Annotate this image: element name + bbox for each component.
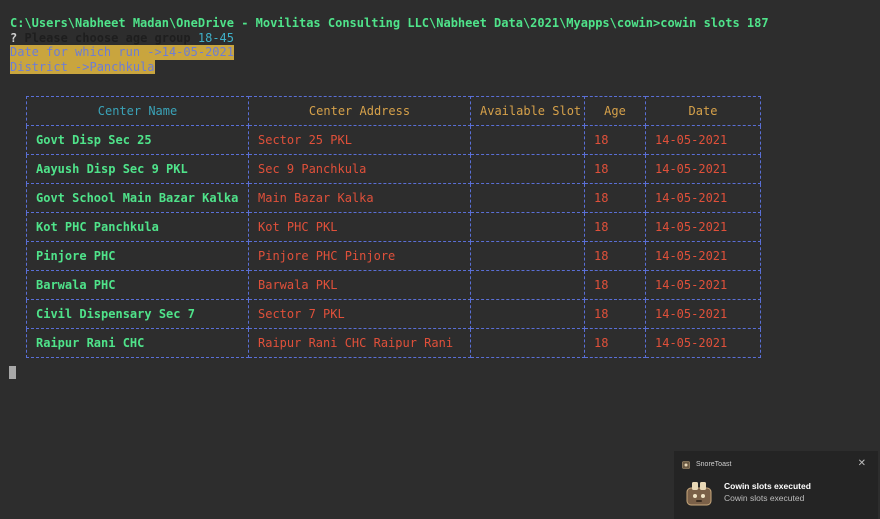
date-line: Date for which run ->14-05-2021 <box>10 45 234 60</box>
header-center-name: Center Name <box>26 96 249 126</box>
question-answer: 18-45 <box>197 30 234 45</box>
toaster-icon <box>686 482 712 506</box>
date-cell: 14-05-2021 <box>645 241 761 271</box>
header-available-slot: Available Slot <box>470 96 585 126</box>
center-name-cell: Civil Dispensary Sec 7 <box>26 299 249 329</box>
date-cell: 14-05-2021 <box>645 328 761 358</box>
available-slot-cell <box>470 328 585 358</box>
center-name-cell: Pinjore PHC <box>26 241 249 271</box>
table-row: Govt School Main Bazar Kalka Main Bazar … <box>26 183 761 213</box>
table-row: Pinjore PHC Pinjore PHC Pinjore 18 14-05… <box>26 241 761 271</box>
available-slot-cell <box>470 270 585 300</box>
table-row: Civil Dispensary Sec 7 Sector 7 PKL 18 1… <box>26 299 761 329</box>
available-slot-cell <box>470 299 585 329</box>
toast-notification[interactable]: SnoreToast ✕ Cowin slots executed Cowin … <box>674 451 878 519</box>
table-row: Raipur Rani CHC Raipur Rani CHC Raipur R… <box>26 328 761 358</box>
header-date: Date <box>645 96 761 126</box>
center-name-cell: Aayush Disp Sec 9 PKL <box>26 154 249 184</box>
center-address-cell: Pinjore PHC Pinjore <box>248 241 471 271</box>
header-center-address: Center Address <box>248 96 471 126</box>
terminal-cursor <box>9 366 16 379</box>
center-address-cell: Sec 9 Panchkula <box>248 154 471 184</box>
close-icon[interactable]: ✕ <box>858 458 866 469</box>
date-cell: 14-05-2021 <box>645 299 761 329</box>
table-row: Aayush Disp Sec 9 PKL Sec 9 Panchkula 18… <box>26 154 761 184</box>
header-age: Age <box>584 96 646 126</box>
age-cell: 18 <box>584 328 646 358</box>
center-name-cell: Govt School Main Bazar Kalka <box>26 183 249 213</box>
district-line: District ->Panchkula <box>10 59 155 74</box>
center-address-cell: Sector 25 PKL <box>248 125 471 155</box>
available-slot-cell <box>470 183 585 213</box>
date-cell: 14-05-2021 <box>645 125 761 155</box>
toast-title: Cowin slots executed <box>724 481 811 491</box>
date-cell: 14-05-2021 <box>645 270 761 300</box>
center-address-cell: Main Bazar Kalka <box>248 183 471 213</box>
center-name-cell: Raipur Rani CHC <box>26 328 249 358</box>
age-cell: 18 <box>584 212 646 242</box>
terminal-output: C:\Users\Nabheet Madan\OneDrive - Movili… <box>10 16 880 74</box>
available-slot-cell <box>470 125 585 155</box>
snoretoast-app-icon <box>682 461 690 469</box>
table-row: Barwala PHC Barwala PKL 18 14-05-2021 <box>26 270 761 300</box>
toast-body: Cowin slots executed <box>724 493 805 503</box>
age-cell: 18 <box>584 241 646 271</box>
center-address-cell: Kot PHC PKL <box>248 212 471 242</box>
date-cell: 14-05-2021 <box>645 154 761 184</box>
center-address-cell: Raipur Rani CHC Raipur Rani <box>248 328 471 358</box>
question-text: Please choose age group <box>24 30 191 45</box>
table-header-row: Center Name Center Address Available Slo… <box>26 96 761 126</box>
center-address-cell: Sector 7 PKL <box>248 299 471 329</box>
toast-app-name: SnoreToast <box>696 461 732 468</box>
center-name-cell: Kot PHC Panchkula <box>26 212 249 242</box>
center-name-cell: Barwala PHC <box>26 270 249 300</box>
center-name-cell: Govt Disp Sec 25 <box>26 125 249 155</box>
age-cell: 18 <box>584 270 646 300</box>
center-address-cell: Barwala PKL <box>248 270 471 300</box>
table-row: Kot PHC Panchkula Kot PHC PKL 18 14-05-2… <box>26 212 761 242</box>
age-cell: 18 <box>584 125 646 155</box>
age-group-prompt: ? Please choose age group 18-45 <box>10 31 880 46</box>
age-cell: 18 <box>584 183 646 213</box>
age-cell: 18 <box>584 154 646 184</box>
date-cell: 14-05-2021 <box>645 212 761 242</box>
slots-table: Center Name Center Address Available Slo… <box>26 96 761 358</box>
command-line: C:\Users\Nabheet Madan\OneDrive - Movili… <box>10 16 769 30</box>
table-row: Govt Disp Sec 25 Sector 25 PKL 18 14-05-… <box>26 125 761 155</box>
available-slot-cell <box>470 154 585 184</box>
available-slot-cell <box>470 212 585 242</box>
question-mark: ? <box>10 30 18 45</box>
available-slot-cell <box>470 241 585 271</box>
date-cell: 14-05-2021 <box>645 183 761 213</box>
age-cell: 18 <box>584 299 646 329</box>
